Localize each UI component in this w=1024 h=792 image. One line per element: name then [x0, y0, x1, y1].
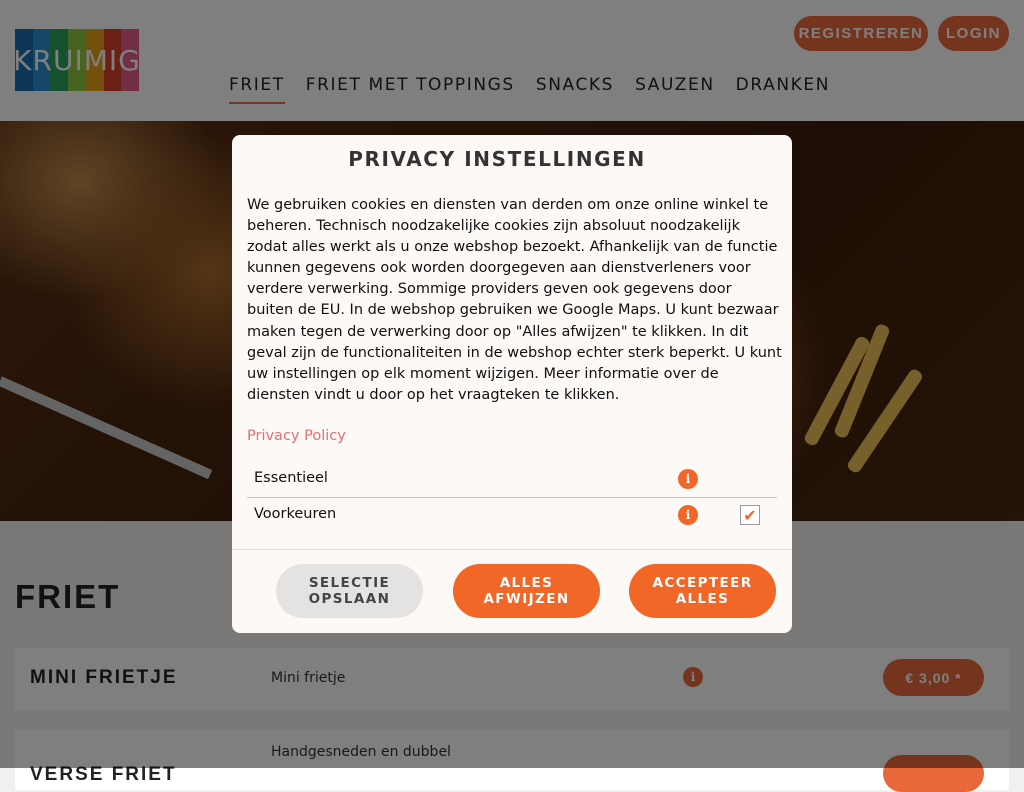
accept-all-button[interactable]: ACCEPTEER ALLES	[629, 564, 776, 618]
setting-label: Essentieel	[254, 470, 328, 486]
setting-row-essentieel: Essentieel i	[247, 461, 777, 498]
modal-footer: SELECTIE OPSLAAN ALLES AFWIJZEN ACCEPTEE…	[232, 549, 792, 633]
reject-all-button[interactable]: ALLES AFWIJZEN	[453, 564, 600, 618]
setting-label: Voorkeuren	[254, 506, 337, 522]
info-icon[interactable]: i	[678, 469, 698, 489]
privacy-policy-link[interactable]: Privacy Policy	[247, 428, 346, 444]
setting-row-voorkeuren: Voorkeuren i ✔	[247, 497, 777, 533]
voorkeuren-checkbox[interactable]: ✔	[740, 505, 760, 525]
info-icon[interactable]: i	[678, 505, 698, 525]
save-selection-button[interactable]: SELECTIE OPSLAAN	[276, 564, 423, 618]
modal-title: PRIVACY INSTELLINGEN	[348, 147, 646, 171]
checkmark-icon: ✔	[743, 505, 757, 525]
privacy-modal: PRIVACY INSTELLINGEN We gebruiken cookie…	[232, 135, 792, 633]
modal-body-text: We gebruiken cookies en diensten van der…	[247, 197, 782, 403]
